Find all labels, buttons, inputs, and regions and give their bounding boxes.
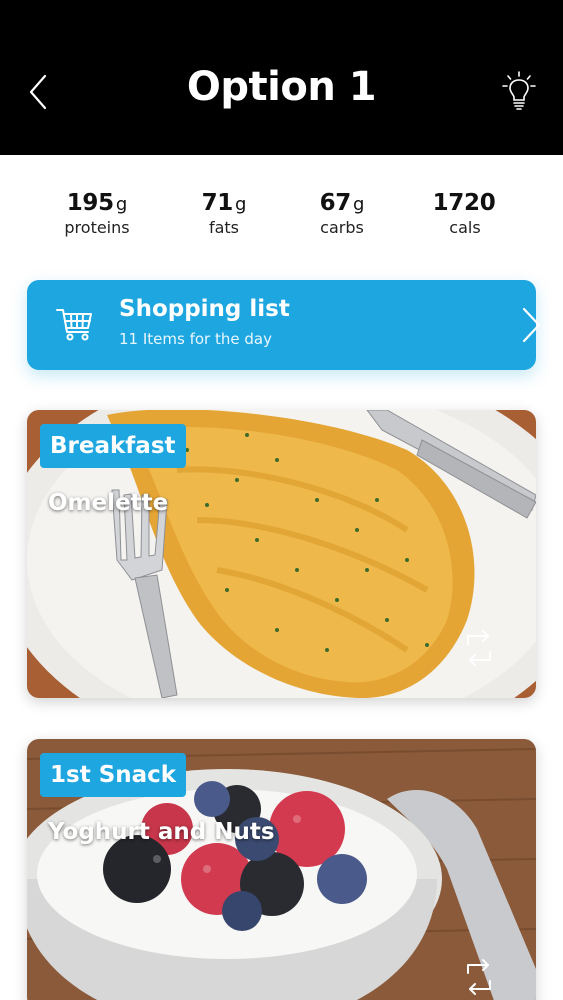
- macro-fats: 71 g fats: [169, 190, 279, 237]
- macro-proteins: 195 g proteins: [42, 190, 152, 237]
- page-title: Option 1: [186, 64, 377, 110]
- lightbulb-icon: [502, 71, 536, 110]
- swap-icon[interactable]: [464, 628, 494, 668]
- shopping-list-button[interactable]: Shopping list 11 Items for the day: [27, 280, 541, 370]
- macro-value: 1720: [432, 190, 496, 216]
- meal-name: Yoghurt and Nuts: [48, 819, 275, 845]
- shopping-cart-icon: [56, 309, 92, 341]
- macro-value: 195: [66, 190, 114, 216]
- macro-calories: 1720 cals: [410, 190, 520, 237]
- macro-label: carbs: [320, 218, 364, 237]
- macro-carbs: 67 g carbs: [287, 190, 397, 237]
- meal-card-breakfast[interactable]: Breakfast Omelette: [27, 410, 536, 698]
- macros-summary: 195 g proteins 71 g fats 67 g carbs 1720 ca…: [0, 190, 563, 250]
- chevron-right-icon: [522, 307, 541, 343]
- header: Option 1: [0, 0, 563, 155]
- macro-label: cals: [449, 218, 481, 237]
- swap-icon[interactable]: [464, 957, 494, 997]
- macro-value: 71: [201, 190, 234, 216]
- meal-name: Omelette: [48, 490, 169, 516]
- macro-unit: g: [234, 194, 247, 215]
- macro-unit: g: [115, 194, 128, 215]
- shopping-list-subtitle: 11 Items for the day: [119, 330, 272, 348]
- macro-label: fats: [208, 218, 240, 237]
- meal-category-badge: Breakfast: [40, 424, 186, 468]
- meal-card-snack[interactable]: 1st Snack Yoghurt and Nuts: [27, 739, 536, 1000]
- macro-value: 67: [319, 190, 352, 216]
- meal-category-badge: 1st Snack: [40, 753, 187, 797]
- shopping-list-title: Shopping list: [119, 296, 290, 322]
- macro-label: proteins: [64, 218, 130, 237]
- tip-button[interactable]: [496, 68, 542, 114]
- macro-unit: g: [352, 194, 365, 215]
